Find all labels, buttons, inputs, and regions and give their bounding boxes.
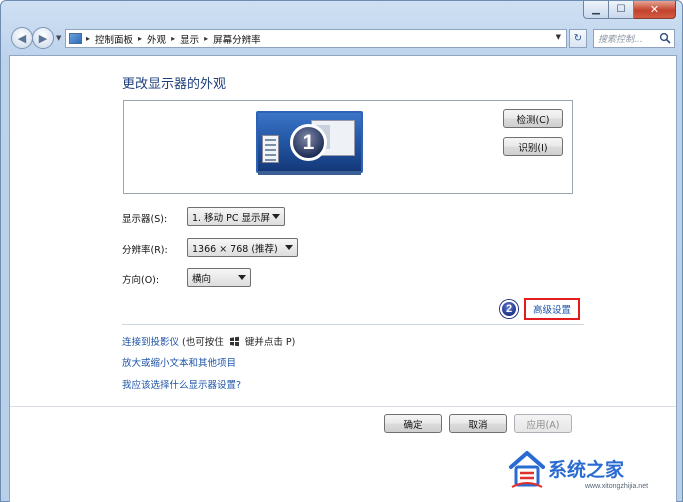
breadcrumb-screen-resolution[interactable]: 屏幕分辨率 — [213, 32, 261, 46]
advanced-settings-link[interactable]: 高级设置 — [524, 298, 580, 320]
watermark: 系统之家 www.xitongzhijia.net — [508, 445, 678, 497]
chevron-right-icon[interactable]: ▸ — [204, 34, 208, 43]
footer-divider — [10, 406, 676, 407]
breadcrumb-display[interactable]: 显示 — [180, 32, 199, 46]
taskbar-panel-icon — [262, 135, 279, 163]
close-button[interactable]: ✕ — [634, 1, 676, 19]
resolution-select-value: 1366 × 768 (推荐) — [192, 243, 278, 255]
chevron-right-icon[interactable]: ▸ — [138, 34, 142, 43]
detect-button[interactable]: 检测(C) — [503, 109, 563, 128]
windows-logo-icon — [229, 336, 239, 347]
refresh-icon: ↻ — [573, 33, 583, 44]
display-label: 显示器(S): — [122, 214, 168, 225]
monitor-preview[interactable]: 1 — [256, 111, 363, 173]
control-panel-icon — [69, 33, 82, 44]
address-dropdown-icon[interactable]: ▼ — [556, 33, 561, 41]
identify-button[interactable]: 识别(I) — [503, 137, 563, 156]
display-settings-help-link[interactable]: 我应该选择什么显示器设置? — [122, 377, 241, 391]
page-title: 更改显示器的外观 — [122, 77, 227, 92]
display-select-value: 1. 移动 PC 显示屏 — [192, 212, 270, 224]
orientation-select-value: 横向 — [192, 273, 212, 285]
breadcrumb-control-panel[interactable]: 控制面板 — [95, 32, 133, 46]
chevron-right-icon[interactable]: ▸ — [171, 34, 175, 43]
projector-note-prefix: (也可按住 — [182, 337, 224, 348]
projector-note-suffix: 键并点击 P) — [244, 337, 296, 348]
breadcrumb-appearance[interactable]: 外观 — [147, 32, 166, 46]
search-placeholder: 搜索控制... — [598, 35, 643, 45]
apply-button[interactable]: 应用(A) — [514, 414, 572, 433]
watermark-text: 系统之家 — [548, 459, 625, 481]
arrow-right-icon: ▶ — [38, 31, 48, 45]
watermark-url: www.xitongzhijia.net — [585, 483, 649, 490]
connect-projector-link[interactable]: 连接到投影仪 — [122, 337, 179, 348]
divider — [122, 324, 584, 325]
chevron-down-icon — [285, 245, 293, 250]
caption-buttons: ▁ ☐ ✕ — [583, 1, 676, 19]
text-size-link[interactable]: 放大或缩小文本和其他项目 — [122, 355, 236, 369]
recent-pages-dropdown[interactable]: ▼ — [56, 34, 61, 42]
ok-button[interactable]: 确定 — [384, 414, 442, 433]
resolution-select[interactable]: 1366 × 768 (推荐) — [187, 238, 298, 257]
chevron-right-icon[interactable]: ▸ — [86, 34, 90, 43]
orientation-label: 方向(O): — [122, 275, 160, 286]
orientation-select[interactable]: 横向 — [187, 268, 251, 287]
house-logo-icon — [509, 451, 545, 488]
resolution-label: 分辨率(R): — [122, 245, 168, 256]
back-button[interactable]: ◀ — [11, 27, 33, 49]
content-pane: 更改显示器的外观 1 检测(C) 识别(I) 显示器(S): 1. 移动 PC … — [9, 55, 677, 502]
window-frame: ▁ ☐ ✕ ◀ ▶ ▼ ▸ 控制面板 ▸ 外观 ▸ 显示 ▸ 屏幕分辨率 ▼ ↻… — [0, 0, 683, 502]
monitor-stand — [258, 171, 361, 175]
cancel-button[interactable]: 取消 — [449, 414, 507, 433]
chevron-down-icon — [238, 275, 246, 280]
minimize-button[interactable]: ▁ — [583, 1, 609, 19]
minimize-icon: ▁ — [592, 3, 600, 15]
monitor-number-badge: 1 — [290, 124, 327, 161]
maximize-icon: ☐ — [616, 3, 626, 15]
maximize-button[interactable]: ☐ — [609, 1, 634, 19]
search-input[interactable]: 搜索控制... — [593, 29, 675, 48]
close-icon: ✕ — [649, 3, 660, 16]
chevron-down-icon — [272, 214, 280, 219]
projector-row: 连接到投影仪 (也可按住 键并点击 P) — [122, 334, 295, 348]
step-number-badge: 2 — [500, 300, 518, 318]
search-icon[interactable] — [659, 32, 671, 44]
arrow-left-icon: ◀ — [17, 31, 27, 45]
display-select[interactable]: 1. 移动 PC 显示屏 — [187, 207, 285, 226]
forward-button[interactable]: ▶ — [32, 27, 54, 49]
refresh-button[interactable]: ↻ — [569, 29, 587, 48]
address-bar[interactable]: ▸ 控制面板 ▸ 外观 ▸ 显示 ▸ 屏幕分辨率 ▼ — [65, 29, 567, 48]
